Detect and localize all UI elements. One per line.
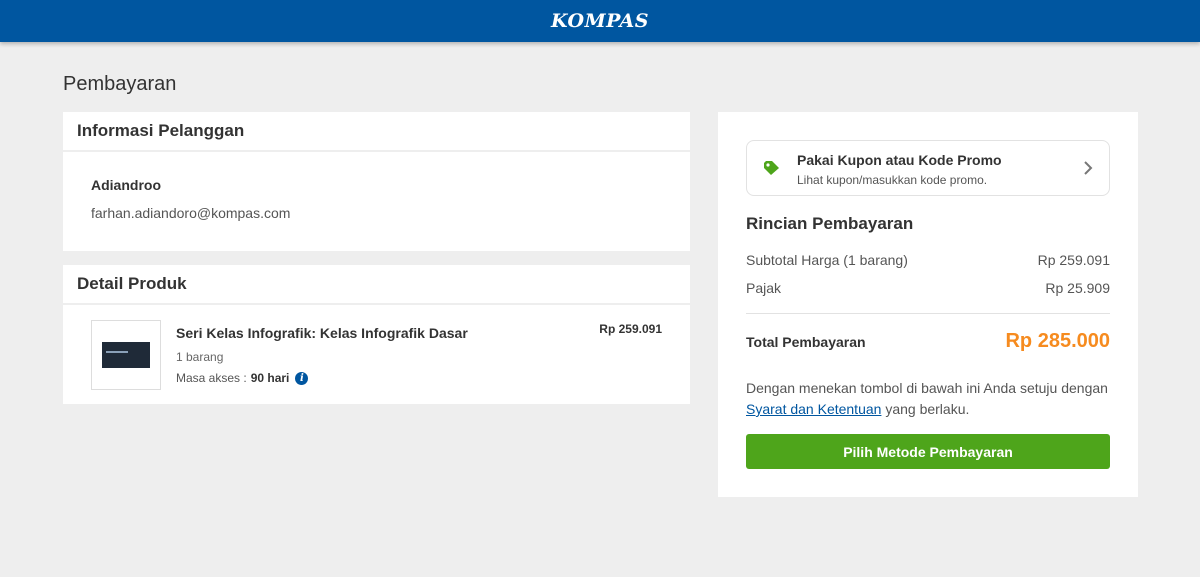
product-name: Seri Kelas Infografik: Kelas Infografik … [176,325,468,341]
page-title: Pembayaran [63,73,177,95]
tag-icon [764,161,779,175]
tax-value: Rp 25.909 [1045,280,1110,296]
kompas-logo[interactable]: KOMPAS [551,10,649,32]
payment-details-heading: Rincian Pembayaran [746,214,914,233]
tax-label: Pajak [746,280,782,296]
access-label: Masa akses : [176,371,247,385]
product-price: Rp 259.091 [599,322,662,336]
choose-payment-method-button[interactable]: Pilih Metode Pembayaran [746,434,1110,469]
product-thumbnail [91,320,161,390]
coupon-title: Pakai Kupon atau Kode Promo [797,152,1002,168]
customer-info-card: Informasi Pelanggan Adiandroo farhan.adi… [63,112,690,251]
subtotal-label: Subtotal Harga (1 barang) [746,252,908,268]
payment-summary-card: Pakai Kupon atau Kode Promo Lihat kupon/… [718,112,1138,497]
customer-name: Adiandroo [91,177,161,193]
terms-link[interactable]: Syarat dan Ketentuan [746,401,881,417]
coupon-promo-button[interactable]: Pakai Kupon atau Kode Promo Lihat kupon/… [746,140,1110,196]
customer-info-heading: Informasi Pelanggan [63,112,690,152]
subtotal-value: Rp 259.091 [1037,252,1110,268]
product-quantity: 1 barang [176,350,224,364]
top-bar: KOMPAS [0,0,1200,42]
terms-text-before: Dengan menekan tombol di bawah ini Anda … [746,380,1108,396]
chevron-right-icon [1084,161,1093,175]
access-value: 90 hari [250,371,290,385]
product-detail-heading: Detail Produk [63,265,690,305]
subtotal-row: Subtotal Harga (1 barang) Rp 259.091 [746,252,1110,268]
coupon-subtitle: Lihat kupon/masukkan kode promo. [797,173,988,187]
terms-text: Dengan menekan tombol di bawah ini Anda … [746,378,1116,420]
terms-text-after: yang berlaku. [881,401,970,417]
tax-row: Pajak Rp 25.909 [746,280,1110,296]
total-value: Rp 285.000 [1005,330,1110,352]
product-thumbnail-image [102,342,150,368]
product-detail-card: Detail Produk Seri Kelas Infografik: Kel… [63,265,690,404]
info-icon[interactable]: i [295,371,309,385]
customer-email: farhan.adiandoro@kompas.com [91,205,291,221]
product-access-period: Masa akses : 90 hari i [176,371,309,385]
total-label: Total Pembayaran [746,334,866,350]
divider [746,313,1110,314]
